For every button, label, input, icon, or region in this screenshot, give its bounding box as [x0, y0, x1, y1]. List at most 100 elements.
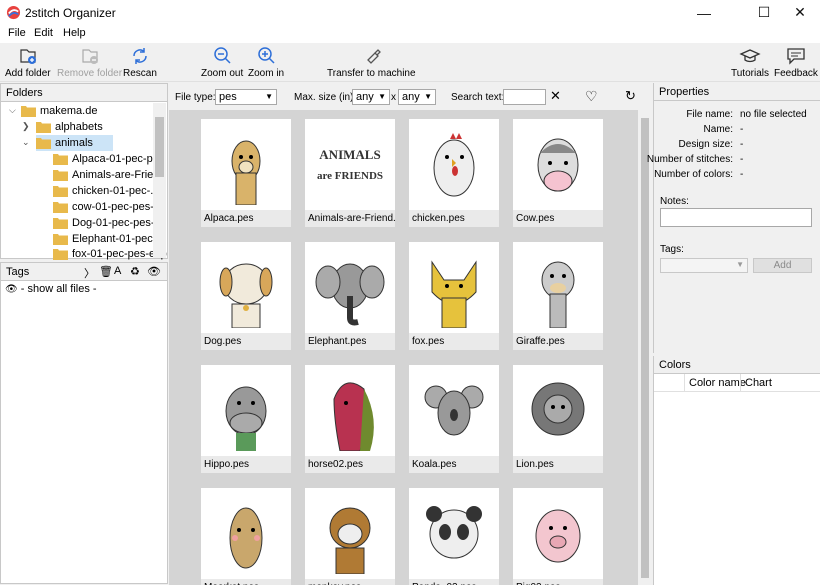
prop-value: - [740, 154, 744, 165]
design-file-name: horse02.pes [305, 456, 395, 473]
design-card[interactable]: ANIMALS are FRIENDS Animals-are-Friend... [305, 119, 395, 227]
design-file-name: Dog.pes [201, 333, 291, 350]
zoom-in-button[interactable]: Zoom in [248, 45, 284, 81]
folder-icon [53, 202, 68, 213]
add-folder-button[interactable]: Add folder [5, 45, 51, 81]
menu-file[interactable]: File [8, 27, 26, 39]
folders-header: Folders [1, 84, 167, 102]
design-thumbnail [333, 382, 374, 451]
search-input[interactable] [503, 89, 546, 105]
design-card[interactable]: Pig02.pes [513, 488, 603, 585]
refresh-icon[interactable]: ↻ [625, 88, 636, 104]
tutorials-button[interactable]: Tutorials [731, 45, 769, 81]
folder-icon [53, 154, 68, 165]
tree-file[interactable]: Dog-01-pec-pes-... [53, 215, 164, 231]
rescan-button[interactable]: Rescan [123, 45, 157, 81]
svg-text:ANIMALS: ANIMALS [319, 147, 380, 162]
design-card[interactable]: Hippo.pes [201, 365, 291, 473]
design-card[interactable]: fox.pes [409, 242, 499, 350]
prop-label: Number of colors: [654, 169, 733, 180]
grid-scrollbar[interactable] [638, 110, 652, 585]
design-card[interactable]: chicken.pes [409, 119, 499, 227]
prop-label: File name: [686, 109, 733, 120]
search-label: Search text: [451, 92, 505, 103]
remove-folder-button[interactable]: Remove folder [57, 45, 122, 81]
design-card[interactable]: Giraffe.pes [513, 242, 603, 350]
scrollbar-thumb[interactable] [155, 117, 164, 177]
transfer-to-machine-button[interactable]: Transfer to machine [327, 45, 416, 81]
tag-select[interactable]: ▼ [660, 258, 748, 273]
prop-label: Name: [703, 124, 733, 135]
design-thumbnail [225, 386, 267, 451]
design-card[interactable]: monkey.pes [305, 488, 395, 585]
design-card[interactable]: Alpaca.pes [201, 119, 291, 227]
design-card[interactable]: Dog.pes [201, 242, 291, 350]
design-file-name: Giraffe.pes [513, 333, 603, 350]
collapse-icon[interactable]: ⌵ [9, 105, 16, 116]
design-file-name: Panda_02.pes [409, 579, 499, 585]
rename-tag-icon[interactable]: A [114, 265, 121, 277]
expand-icon[interactable]: ❯ [22, 121, 30, 132]
chat-bubble-icon [787, 48, 805, 65]
folders-scrollbar[interactable] [153, 103, 166, 258]
tree-item-animals[interactable]: animals [36, 135, 113, 151]
show-all-files-item[interactable]: 👁 - show all files - [5, 283, 97, 295]
tree-file[interactable]: Animals-are-Frie... [53, 167, 162, 183]
tree-file[interactable]: fox-01-pec-pes-exp [53, 246, 167, 262]
design-card[interactable]: Panda_02.pes [409, 488, 499, 585]
zoom-in-icon [258, 47, 275, 64]
design-card[interactable]: Cow.pes [513, 119, 603, 227]
design-card[interactable]: horse02.pes [305, 365, 395, 473]
tree-item-alphabets[interactable]: alphabets [36, 119, 103, 135]
chevron-down-icon: ▼ [378, 92, 386, 101]
chevron-down-icon: ▼ [736, 260, 744, 269]
design-thumbnail [531, 382, 585, 436]
design-card[interactable]: Koala.pes [409, 365, 499, 473]
design-card[interactable]: Lion.pes [513, 365, 603, 473]
design-thumbnail: ANIMALS are FRIENDS [317, 147, 383, 182]
max-width-select[interactable]: any ▼ [352, 89, 390, 105]
tags-pane: Tags 〉 🗑 A ♻ 👁 👁 - show all files - [0, 262, 168, 584]
chevron-down-icon: ▼ [265, 92, 273, 101]
trash-icon[interactable]: 🗑 [99, 265, 113, 278]
design-file-name: Koala.pes [409, 456, 499, 473]
add-tag-button[interactable]: Add [753, 258, 812, 273]
design-card[interactable]: Elephant.pes [305, 242, 395, 350]
scrollbar-thumb[interactable] [641, 118, 649, 578]
minimize-button[interactable]: — [681, 0, 727, 25]
menu-edit[interactable]: Edit [34, 27, 53, 39]
tree-root-makema[interactable]: makema.de [21, 103, 97, 119]
folder-icon [36, 138, 51, 149]
max-height-select[interactable]: any ▼ [398, 89, 436, 105]
close-button[interactable]: ✕ [777, 0, 820, 25]
toolbar: Add folder Remove folder Rescan Zoom out… [0, 43, 820, 82]
tag-icon[interactable]: 〉 [84, 265, 95, 281]
heart-icon[interactable]: ♡ [585, 88, 598, 105]
design-file-name: fox.pes [409, 333, 499, 350]
design-file-name: Lion.pes [513, 456, 603, 473]
design-card[interactable]: Meerkat.pes [201, 488, 291, 585]
design-file-name: Cow.pes [513, 210, 603, 227]
feedback-button[interactable]: Feedback [774, 45, 818, 81]
recycle-icon[interactable]: ♻ [130, 265, 140, 278]
menu-help[interactable]: Help [63, 27, 86, 39]
tree-file[interactable]: cow-01-pec-pes-... [53, 199, 163, 215]
tree-file[interactable]: Alpaca-01-pec-p... [53, 151, 162, 167]
size-separator: x [391, 92, 396, 103]
col-header-chart[interactable]: Chart [740, 374, 776, 392]
design-file-name: chicken.pes [409, 210, 499, 227]
eye-icon[interactable]: 👁 [147, 265, 161, 278]
clear-search-icon[interactable]: ✕ [550, 88, 561, 104]
tree-file[interactable]: Elephant-01-pec-... [53, 231, 166, 247]
file-type-select[interactable]: pes ▼ [215, 89, 277, 105]
design-file-name: Meerkat.pes [201, 579, 291, 585]
notes-field[interactable] [660, 208, 812, 227]
prop-label: Number of stitches: [646, 154, 733, 165]
design-thumbnail [541, 261, 575, 328]
prop-label: Design size: [678, 139, 733, 150]
tree-file[interactable]: chicken-01-pec-... [53, 183, 159, 199]
design-file-name: Hippo.pes [201, 456, 291, 473]
zoom-out-button[interactable]: Zoom out [201, 45, 243, 81]
notes-label: Notes: [660, 196, 689, 207]
collapse-icon[interactable]: ⌄ [22, 137, 30, 148]
